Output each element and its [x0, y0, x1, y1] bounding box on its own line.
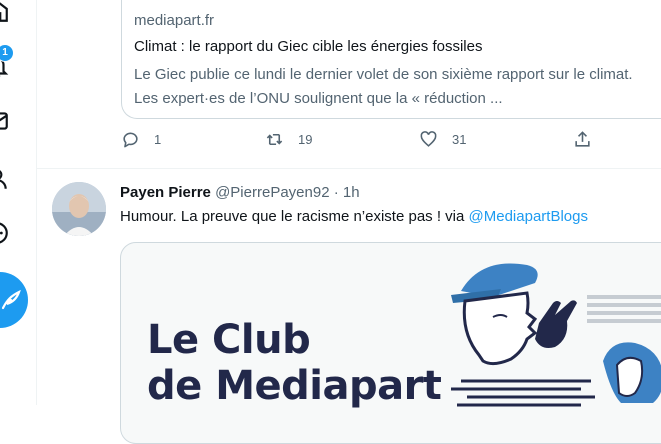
tweet-action-bar: 1 19 31 [121, 130, 601, 156]
author-handle[interactable]: @PierrePayen92 [215, 184, 329, 201]
sidebar-nav: 1 [0, 0, 36, 405]
media-title-line-1: Le Club [147, 317, 311, 363]
notification-badge: 1 [0, 44, 14, 62]
reply-count: 1 [154, 132, 162, 147]
user-icon[interactable] [0, 166, 10, 192]
media-title-line-2: de Mediapart [147, 363, 442, 409]
media-title: Le Club de Mediapart [147, 317, 442, 409]
like-count: 31 [452, 132, 467, 147]
retweet-button[interactable]: 19 [265, 130, 312, 149]
avatar[interactable] [52, 182, 106, 236]
tweet-media-image[interactable]: Le Club de Mediapart [120, 242, 661, 444]
link-card-description: Le Giec publie ce lundi le dernier volet… [134, 66, 633, 107]
more-circle-icon[interactable] [0, 220, 10, 246]
mention-link[interactable]: @MediapartBlogs [469, 208, 588, 225]
retweet-icon [266, 133, 283, 146]
reply-button[interactable]: 1 [121, 130, 161, 149]
column-divider [36, 0, 37, 405]
tweet-text: Humour. La preuve que le racisme n’exist… [120, 208, 588, 225]
heart-icon [420, 131, 437, 147]
share-button[interactable] [573, 130, 592, 149]
link-card-domain: mediapart.fr [134, 12, 215, 29]
home-icon[interactable] [0, 0, 10, 24]
link-card-title[interactable]: Climat : le rapport du Giec cible les én… [134, 38, 483, 55]
retweet-count: 19 [298, 132, 313, 147]
speaking-heads-illustration [451, 263, 661, 407]
compose-tweet-button[interactable] [0, 272, 28, 328]
meta-dot: · [333, 184, 339, 201]
tweet-header: Payen Pierre @PierrePayen92 · 1h [120, 184, 360, 201]
tweet-time[interactable]: 1h [343, 184, 360, 201]
tweet-separator [36, 168, 661, 169]
share-icon [575, 131, 590, 147]
feather-icon [1, 289, 21, 310]
reply-icon [123, 132, 138, 148]
like-button[interactable]: 31 [419, 130, 466, 149]
author-name[interactable]: Payen Pierre [120, 184, 211, 201]
mail-icon[interactable] [0, 108, 10, 134]
tweet-body: Humour. La preuve que le racisme n’exist… [120, 208, 469, 225]
